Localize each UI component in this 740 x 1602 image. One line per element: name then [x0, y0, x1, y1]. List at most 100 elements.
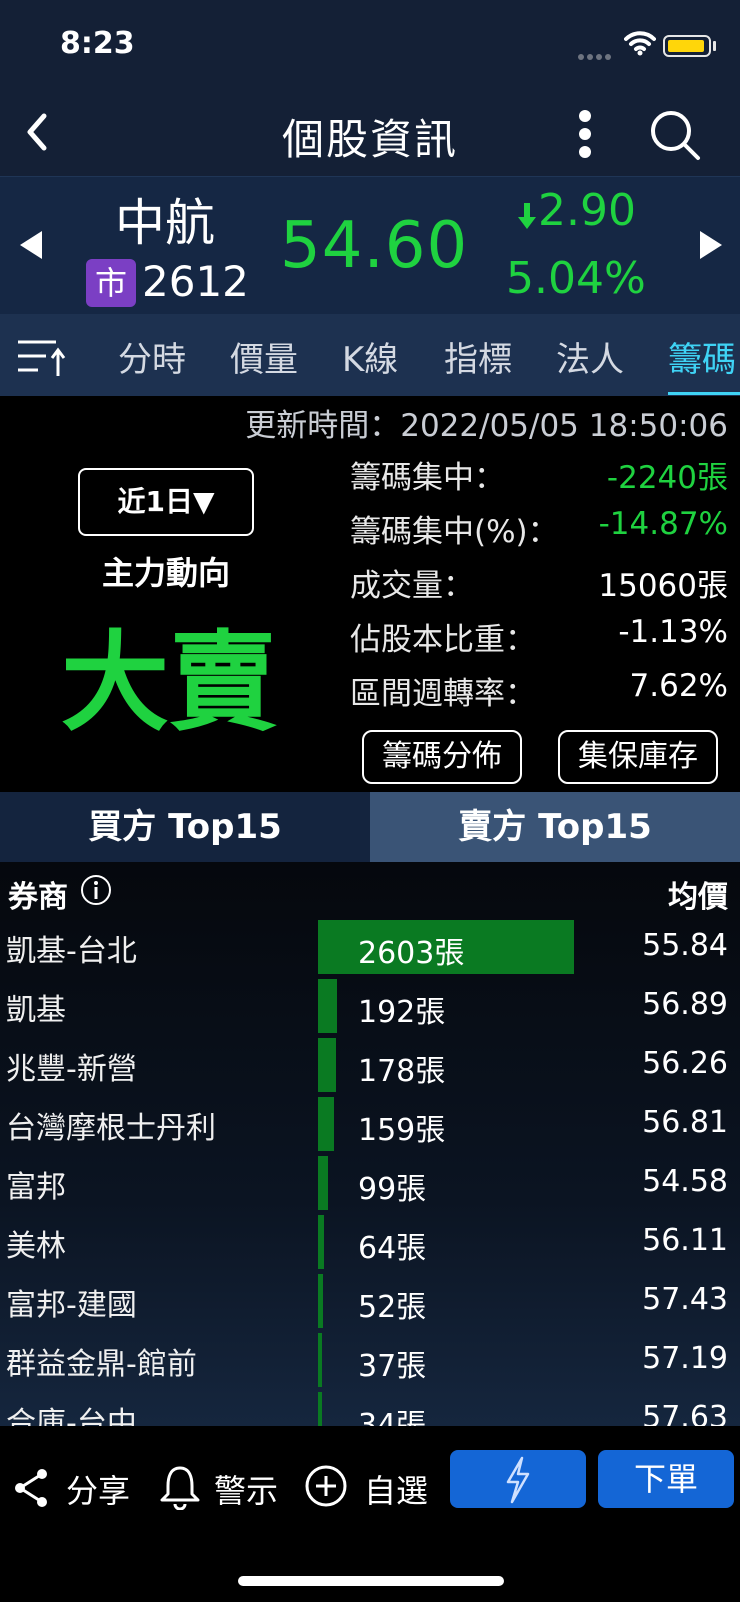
add-watchlist-icon[interactable]	[304, 1464, 348, 1508]
wifi-icon	[624, 31, 656, 56]
flash-order-button[interactable]	[450, 1450, 586, 1508]
status-bar: 8:23	[0, 0, 740, 92]
stock-code: 2612	[142, 257, 249, 306]
broker-quantity: 99張	[358, 1172, 427, 1207]
stat-label-concentration: 籌碼集中：	[350, 460, 505, 496]
stock-name: 中航	[115, 194, 215, 252]
table-row[interactable]: 美林 64張 56.11	[0, 1213, 740, 1271]
nav-bar: 個股資訊	[0, 92, 740, 176]
table-row[interactable]: 台灣摩根士丹利 159張 56.81	[0, 1095, 740, 1153]
update-time: 更新時間：2022/05/05 18:50:06	[245, 408, 728, 444]
table-row[interactable]: 兆豐-新營 178張 56.26	[0, 1036, 740, 1094]
table-row[interactable]: 凱基 192張 56.89	[0, 977, 740, 1035]
chip-distribution-button[interactable]: 籌碼分佈	[362, 730, 522, 784]
period-select-button[interactable]: 近1日▼	[78, 468, 254, 536]
broker-average-price: 54.58	[642, 1164, 728, 1199]
broker-name: 台灣摩根士丹利	[6, 1111, 216, 1146]
broker-quantity: 159張	[358, 1113, 446, 1148]
volume-bar	[318, 1333, 322, 1387]
bottom-toolbar: 分享 警示 自選 下單	[0, 1426, 740, 1602]
broker-average-price: 57.43	[642, 1282, 728, 1317]
market-badge: 市	[86, 259, 136, 307]
status-time: 8:23	[60, 26, 135, 61]
broker-average-price: 55.84	[642, 928, 728, 963]
stat-value-concentration-pct: -14.87%	[598, 506, 728, 542]
broker-quantity: 2603張	[358, 936, 465, 971]
volume-bar	[318, 979, 337, 1033]
volume-bar	[318, 1215, 324, 1269]
stock-header: 中航 市 2612 54.60 2.90 5.04%	[0, 176, 740, 314]
tab-institutional[interactable]: 法人	[556, 332, 624, 381]
lightning-icon	[506, 1456, 530, 1504]
broker-name: 凱基-台北	[6, 934, 137, 969]
share-icon[interactable]	[12, 1466, 52, 1510]
broker-quantity: 64張	[358, 1231, 427, 1266]
chip-summary-panel: 更新時間：2022/05/05 18:50:06 近1日▼ 主力動向 大賣 籌碼…	[0, 396, 740, 792]
page-title: 個股資訊	[281, 115, 458, 164]
watchlist-label[interactable]: 自選	[364, 1466, 428, 1512]
table-row[interactable]: 富邦 99張 54.58	[0, 1154, 740, 1212]
broker-table[interactable]: 券商 均價 凱基-台北 2603張 55.84 凱基 192張 56.89 兆豐-新營 178…	[0, 862, 740, 1426]
broker-name: 富邦-建國	[6, 1288, 137, 1323]
function-tabs: 分時 價量 K線 指標 法人 籌碼	[0, 314, 740, 396]
previous-stock-icon[interactable]	[16, 227, 46, 263]
broker-average-price: 56.89	[642, 987, 728, 1022]
stat-value-turnover: 7.62%	[629, 668, 728, 704]
tab-buy-top15[interactable]: 買方 Top15	[0, 792, 370, 862]
broker-name: 群益金鼎-館前	[6, 1347, 197, 1382]
tab-sell-top15[interactable]: 賣方 Top15	[370, 792, 740, 862]
price-change: 2.90	[538, 185, 636, 236]
home-indicator	[238, 1576, 504, 1586]
tab-k-line[interactable]: K線	[342, 332, 398, 381]
info-icon[interactable]	[80, 874, 112, 906]
stat-value-concentration: -2240張	[606, 460, 728, 496]
volume-bar	[318, 1274, 323, 1328]
broker-quantity: 192張	[358, 995, 446, 1030]
stat-label-volume: 成交量：	[350, 568, 474, 604]
alert-label[interactable]: 警示	[214, 1466, 278, 1512]
main-trend-label: 主力動向	[101, 554, 230, 592]
broker-quantity: 52張	[358, 1290, 427, 1325]
stat-label-share-ratio: 佔股本比重：	[350, 622, 536, 658]
broker-name: 富邦	[6, 1170, 66, 1205]
more-options-icon[interactable]	[570, 102, 600, 162]
broker-quantity: 37張	[358, 1349, 427, 1384]
broker-name: 兆豐-新營	[6, 1052, 137, 1087]
stat-value-volume: 15060張	[598, 568, 728, 604]
battery-nub	[713, 41, 716, 51]
broker-name: 合庫-台中	[6, 1406, 137, 1426]
header-broker: 券商	[8, 880, 68, 915]
broker-quantity: 34張	[358, 1408, 427, 1426]
down-arrow-icon	[518, 203, 536, 229]
custody-inventory-button[interactable]: 集保庫存	[558, 730, 718, 784]
broker-average-price: 56.81	[642, 1105, 728, 1140]
tab-chips[interactable]: 籌碼	[668, 332, 736, 381]
broker-name: 美林	[6, 1229, 66, 1264]
table-row[interactable]: 合庫-台中 34張 57.63	[0, 1390, 740, 1426]
broker-average-price: 56.26	[642, 1046, 728, 1081]
table-row[interactable]: 富邦-建國 52張 57.43	[0, 1272, 740, 1330]
share-label[interactable]: 分享	[66, 1466, 130, 1512]
broker-name: 凱基	[6, 993, 66, 1028]
broker-average-price: 56.11	[642, 1223, 728, 1258]
tab-price-volume[interactable]: 價量	[230, 332, 298, 381]
next-stock-icon[interactable]	[696, 227, 726, 263]
table-row[interactable]: 群益金鼎-館前 37張 57.19	[0, 1331, 740, 1389]
stat-label-concentration-pct: 籌碼集中(%)：	[350, 514, 559, 550]
broker-average-price: 57.19	[642, 1341, 728, 1376]
main-trend-value: 大賣	[60, 621, 277, 746]
price-change-percent: 5.04%	[506, 253, 646, 304]
tab-indicators[interactable]: 指標	[444, 332, 512, 381]
volume-bar	[318, 1392, 322, 1426]
sort-tabs-icon[interactable]	[14, 332, 70, 382]
volume-bar	[318, 1156, 328, 1210]
volume-bar	[318, 1038, 336, 1092]
bell-icon[interactable]	[158, 1464, 202, 1510]
header-average-price: 均價	[668, 880, 728, 915]
place-order-button[interactable]: 下單	[598, 1450, 734, 1508]
top15-tabs: 買方 Top15 賣方 Top15	[0, 792, 740, 862]
tab-intraday[interactable]: 分時	[118, 332, 186, 381]
active-tab-indicator	[668, 392, 740, 395]
search-icon[interactable]	[646, 106, 704, 164]
table-row[interactable]: 凱基-台北 2603張 55.84	[0, 918, 740, 976]
